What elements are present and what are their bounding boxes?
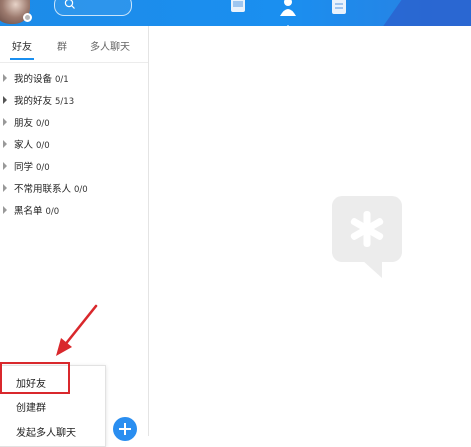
group-row-infrequent[interactable]: 不常用联系人 0/0: [0, 179, 149, 197]
group-row-devices[interactable]: 我的设备 0/1: [0, 69, 149, 87]
expand-arrow-icon: [3, 140, 7, 148]
search-input[interactable]: [54, 0, 132, 16]
group-count: 0/0: [45, 207, 60, 217]
top-bar: [0, 0, 471, 26]
group-count: 0/1: [55, 75, 69, 85]
message-icon[interactable]: [228, 0, 248, 20]
expand-arrow-icon: [3, 96, 7, 104]
chat-placeholder-icon: [332, 196, 402, 278]
status-indicator[interactable]: [23, 13, 32, 22]
group-row-blacklist[interactable]: 黑名单 0/0: [0, 201, 149, 219]
group-count: 5/13: [55, 97, 75, 107]
active-tab-indicator: [10, 58, 34, 60]
annotation-arrow-icon: [56, 304, 98, 356]
group-name: 同学: [14, 162, 34, 173]
contacts-icon[interactable]: [278, 0, 298, 20]
tab-friends[interactable]: 好友: [12, 38, 32, 53]
search-icon: [64, 0, 75, 9]
expand-arrow-icon: [3, 184, 7, 192]
group-row-family[interactable]: 家人 0/0: [0, 135, 149, 153]
expand-arrow-icon: [3, 74, 7, 82]
annotation-highlight-box: [0, 362, 70, 394]
group-name: 我的设备: [14, 74, 53, 85]
header-decoration: [366, 0, 471, 26]
group-row-my-friends[interactable]: 我的好友 5/13: [0, 91, 149, 109]
group-name: 朋友: [14, 118, 34, 129]
apps-icon[interactable]: [330, 0, 348, 20]
group-count: 0/0: [36, 119, 50, 129]
group-name: 黑名单: [14, 206, 43, 217]
expand-arrow-icon: [3, 206, 7, 214]
group-name: 家人: [14, 140, 34, 151]
menu-item-create-group[interactable]: 创建群: [16, 399, 46, 414]
group-count: 0/0: [36, 141, 50, 151]
tab-multichat[interactable]: 多人聊天: [90, 38, 130, 53]
tab-groups[interactable]: 群: [57, 38, 67, 53]
menu-item-start-multichat[interactable]: 发起多人聊天: [16, 424, 76, 439]
group-row-friends[interactable]: 朋友 0/0: [0, 113, 149, 131]
group-row-classmates[interactable]: 同学 0/0: [0, 157, 149, 175]
add-button[interactable]: [113, 417, 137, 441]
group-count: 0/0: [74, 185, 88, 195]
contact-tabs: 好友 群 多人聊天: [0, 26, 148, 63]
expand-arrow-icon: [3, 118, 7, 126]
group-name: 我的好友: [14, 96, 53, 107]
expand-arrow-icon: [3, 162, 7, 170]
group-count: 0/0: [36, 163, 50, 173]
group-name: 不常用联系人: [14, 184, 72, 195]
